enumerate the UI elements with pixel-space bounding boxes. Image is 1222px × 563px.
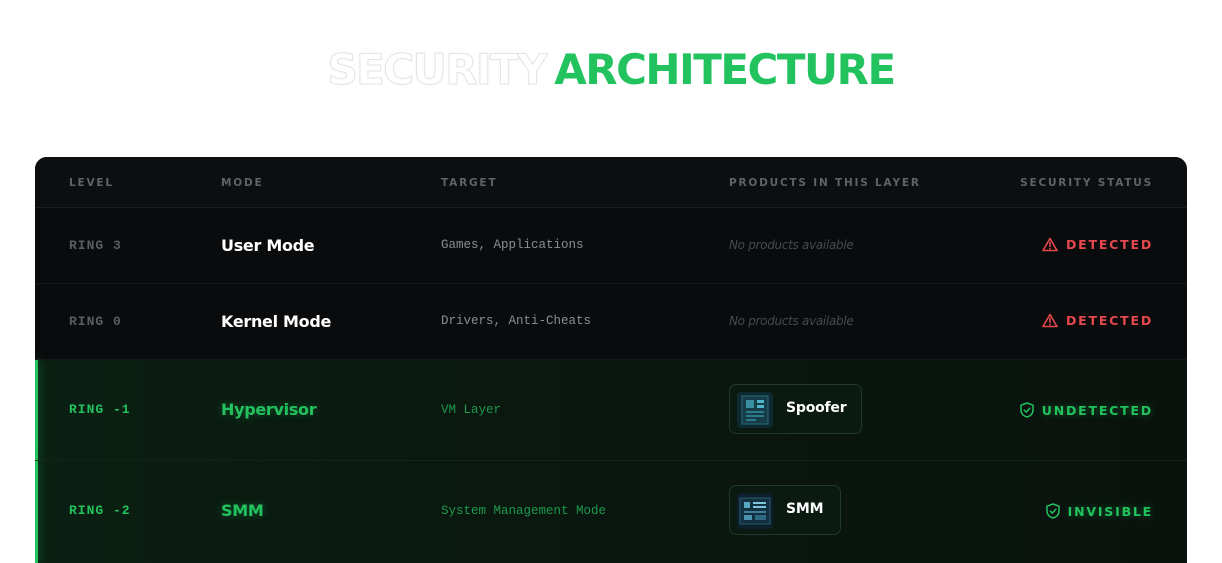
table-row-ring-minus-2: RING -2 SMM System Management Mode SMM I… <box>35 461 1187 563</box>
shield-check-icon <box>1045 503 1060 519</box>
status-badge: UNDETECTED <box>1020 402 1153 418</box>
table-row-ring-0: RING 0 Kernel Mode Drivers, Anti-Cheats … <box>35 284 1187 360</box>
security-architecture-table: LEVEL MODE TARGET PRODUCTS IN THIS LAYER… <box>35 157 1187 563</box>
mode-cell: Kernel Mode <box>221 312 332 331</box>
status-text: INVISIBLE <box>1067 503 1153 519</box>
column-header-mode: MODE <box>221 177 264 189</box>
level-cell: RING -2 <box>69 503 131 518</box>
warning-triangle-icon <box>1042 237 1058 252</box>
motherboard-thumbnail <box>737 392 773 428</box>
page-title: SECURITY ARCHITECTURE <box>0 44 1222 96</box>
title-part-security: SECURITY <box>327 45 548 95</box>
target-cell: Games, Applications <box>441 238 584 252</box>
status-text: DETECTED <box>1066 313 1153 328</box>
mode-cell: User Mode <box>221 236 315 255</box>
warning-triangle-icon <box>1042 313 1058 328</box>
target-cell: System Management Mode <box>441 504 607 518</box>
product-card-smm[interactable]: SMM <box>729 485 841 535</box>
row-accent-bar <box>35 360 38 460</box>
table-header-row: LEVEL MODE TARGET PRODUCTS IN THIS LAYER… <box>35 157 1187 208</box>
status-badge: DETECTED <box>1042 237 1153 252</box>
product-card-spoofer[interactable]: Spoofer <box>729 384 862 434</box>
column-header-target: TARGET <box>441 177 498 189</box>
product-name: SMM <box>786 501 824 517</box>
status-badge: INVISIBLE <box>1045 503 1153 519</box>
title-part-architecture: ARCHITECTURE <box>554 45 896 94</box>
target-cell: Drivers, Anti-Cheats <box>441 314 592 328</box>
level-cell: RING 0 <box>69 314 122 329</box>
mode-cell: SMM <box>221 501 264 520</box>
row-accent-bar <box>35 461 38 563</box>
table-row-ring-3: RING 3 User Mode Games, Applications No … <box>35 208 1187 284</box>
circuit-thumbnail <box>737 493 773 529</box>
status-text: UNDETECTED <box>1041 402 1153 418</box>
no-products-text: No products available <box>729 314 854 328</box>
column-header-level: LEVEL <box>69 177 114 189</box>
status-text: DETECTED <box>1066 237 1153 252</box>
table-row-ring-minus-1: RING -1 Hypervisor VM Layer Spoofer UNDE… <box>35 360 1187 461</box>
column-header-products: PRODUCTS IN THIS LAYER <box>729 177 921 189</box>
level-cell: RING -1 <box>69 402 131 417</box>
product-name: Spoofer <box>786 400 847 416</box>
shield-check-icon <box>1020 402 1034 418</box>
status-badge: DETECTED <box>1042 313 1153 328</box>
column-header-status: SECURITY STATUS <box>1020 177 1153 189</box>
mode-cell: Hypervisor <box>221 400 317 419</box>
level-cell: RING 3 <box>69 238 122 253</box>
target-cell: VM Layer <box>441 403 502 417</box>
no-products-text: No products available <box>729 238 854 252</box>
